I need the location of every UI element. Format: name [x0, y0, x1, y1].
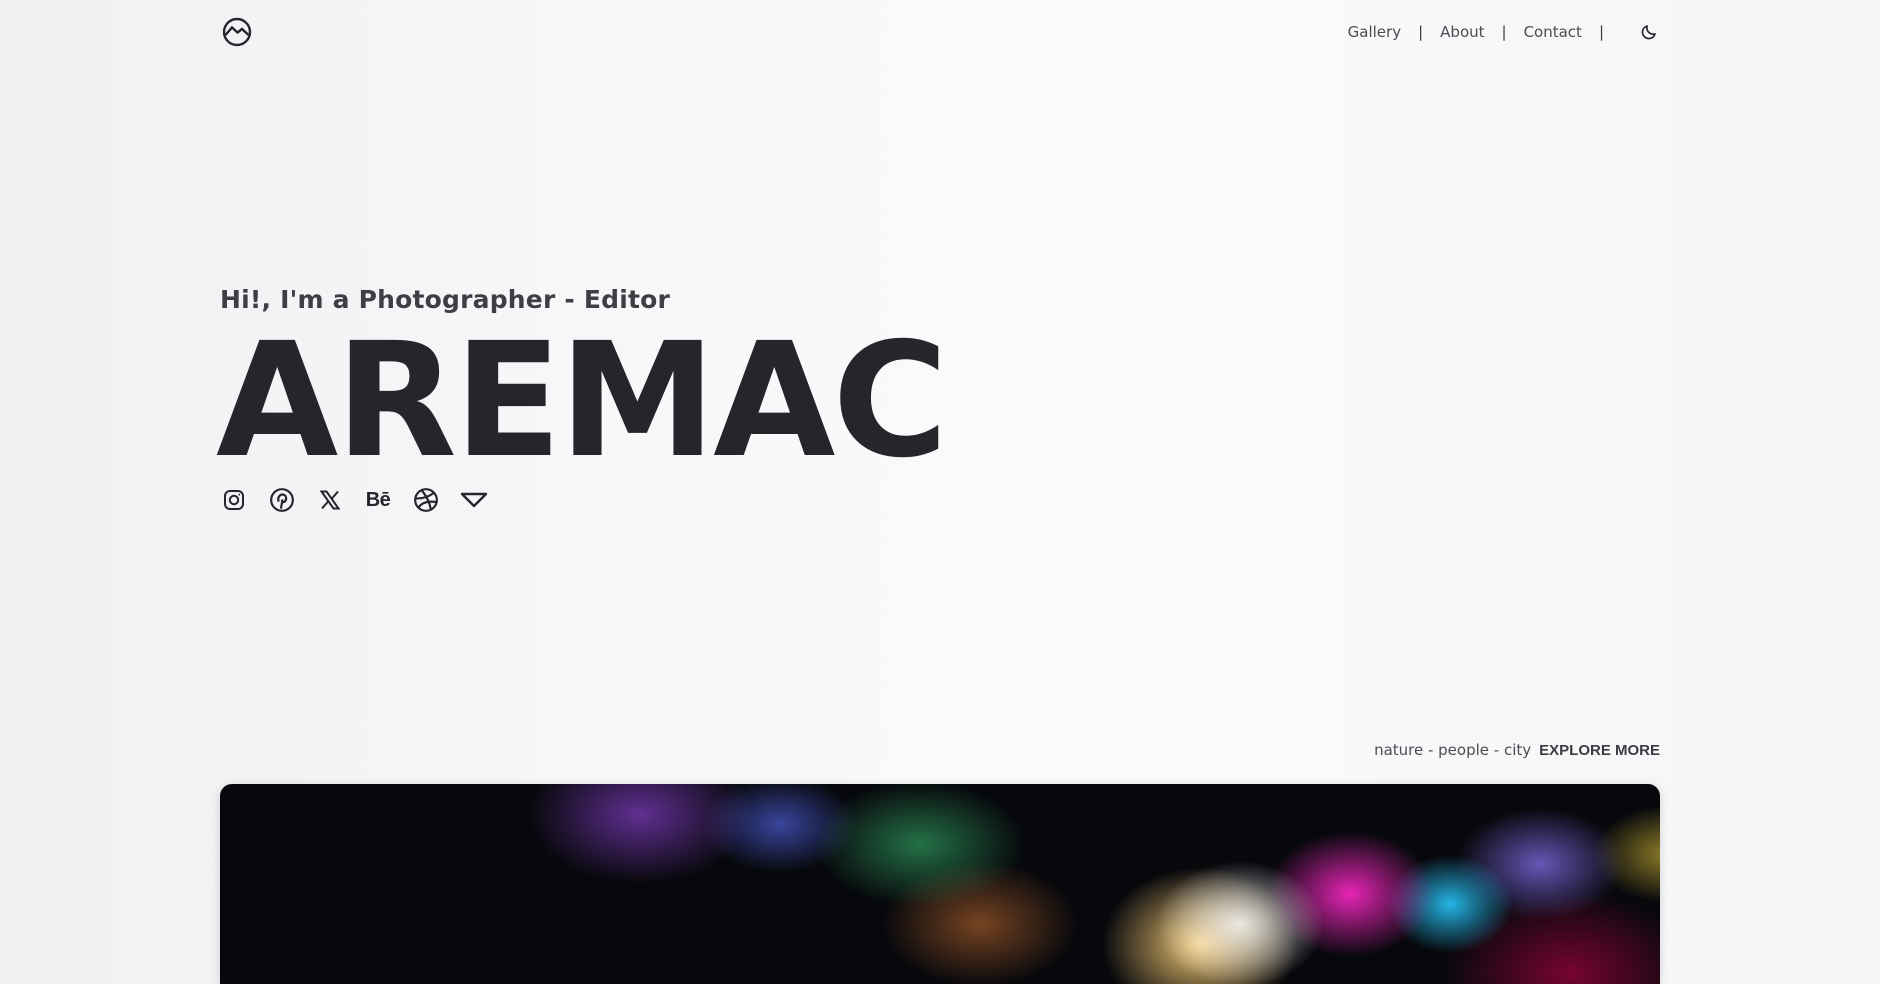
explore-more-link[interactable]: EXPLORE MORE — [1539, 742, 1660, 759]
site-header: Gallery | About | Contact | — [220, 14, 1660, 50]
hero-image — [220, 784, 1660, 984]
main-nav: Gallery | About | Contact | — [1348, 21, 1660, 43]
dribbble-icon[interactable] — [412, 486, 440, 514]
x-icon[interactable] — [316, 486, 344, 514]
hero-title: AREMAC — [216, 309, 948, 493]
nav-separator: | — [1501, 23, 1507, 41]
instagram-icon[interactable] — [220, 486, 248, 514]
nav-about[interactable]: About — [1440, 23, 1484, 41]
down-triangle-icon[interactable] — [460, 486, 488, 514]
category-tags: nature - people - city — [1374, 741, 1532, 759]
nav-separator: | — [1418, 23, 1424, 41]
social-links: Bē — [220, 486, 508, 514]
pinterest-icon[interactable] — [268, 486, 296, 514]
behance-icon[interactable]: Bē — [364, 486, 392, 514]
nav-separator: | — [1598, 23, 1604, 41]
moon-icon[interactable] — [1638, 21, 1660, 43]
nav-gallery[interactable]: Gallery — [1348, 23, 1401, 41]
nav-contact[interactable]: Contact — [1524, 23, 1582, 41]
mountain-circle-icon[interactable] — [220, 15, 254, 49]
explore-row: nature - people - city EXPLORE MORE — [1374, 741, 1660, 759]
